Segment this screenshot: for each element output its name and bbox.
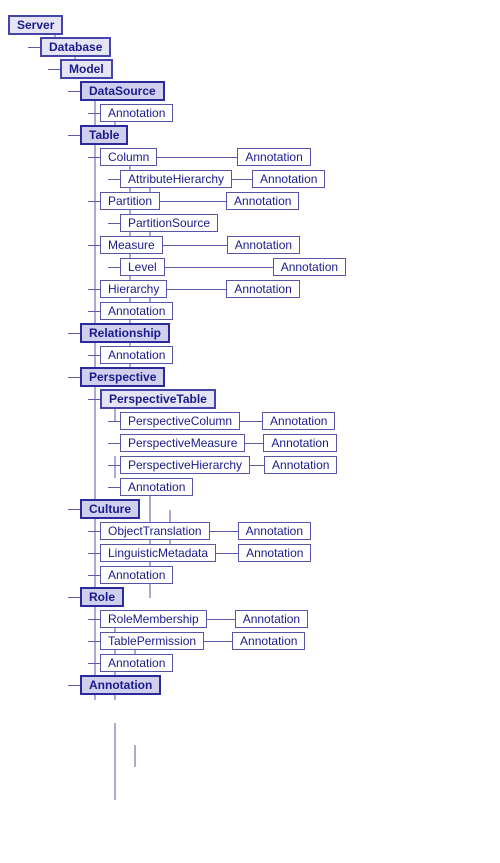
- hierarchy-row: Hierarchy Annotation: [88, 278, 500, 300]
- hierarchy-node: Hierarchy: [100, 280, 167, 298]
- partition-row: Partition Annotation: [88, 190, 500, 212]
- tablepermission-row: TablePermission Annotation: [88, 630, 500, 652]
- measure-node: Measure: [100, 236, 163, 254]
- annotation-partition-node: Annotation: [226, 192, 299, 210]
- annotation-model-row: Annotation: [68, 674, 500, 696]
- linguisticmetadata-node: LinguisticMetadata: [100, 544, 216, 562]
- schema-diagram: Server Database Model DataSource Annotat…: [0, 0, 500, 702]
- server-node: Server: [8, 15, 63, 35]
- attributehierarchy-node: AttributeHierarchy: [120, 170, 232, 188]
- column-row: Column Annotation: [88, 146, 500, 168]
- annotation-rolemembership-node: Annotation: [235, 610, 308, 628]
- annotation-relationship-row: Annotation: [88, 344, 500, 366]
- perspectivehierarchy-node: PerspectiveHierarchy: [120, 456, 250, 474]
- culture-node: Culture: [80, 499, 140, 519]
- annotation-perspectivehierarchy-node: Annotation: [264, 456, 337, 474]
- column-node: Column: [100, 148, 157, 166]
- table-row: Table: [68, 124, 500, 146]
- partition-node: Partition: [100, 192, 160, 210]
- perspectivetable-node: PerspectiveTable: [100, 389, 216, 409]
- model-node: Model: [60, 59, 113, 79]
- rolemembership-row: RoleMembership Annotation: [88, 608, 500, 630]
- annotation-role-node: Annotation: [100, 654, 173, 672]
- annotation-level-node: Annotation: [273, 258, 346, 276]
- perspectivecolumn-row: PerspectiveColumn Annotation: [108, 410, 500, 432]
- annotation-perspectivecolumn-node: Annotation: [262, 412, 335, 430]
- objecttranslation-node: ObjectTranslation: [100, 522, 210, 540]
- annotation-measure-node: Annotation: [227, 236, 300, 254]
- perspectivetable-row: PerspectiveTable: [88, 388, 500, 410]
- annotation-column-node: Annotation: [237, 148, 310, 166]
- model-row: Model: [48, 58, 500, 80]
- partitionsource-row: PartitionSource: [108, 212, 500, 234]
- culture-row: Culture: [68, 498, 500, 520]
- objecttranslation-row: ObjectTranslation Annotation: [88, 520, 500, 542]
- annotation-culture-node: Annotation: [100, 566, 173, 584]
- annotation-linguisticmetadata-node: Annotation: [238, 544, 311, 562]
- datasource-row: DataSource: [68, 80, 500, 102]
- perspectivemeasure-row: PerspectiveMeasure Annotation: [108, 432, 500, 454]
- level-row: Level Annotation: [108, 256, 500, 278]
- annotation-datasource-row: Annotation: [88, 102, 500, 124]
- datasource-node: DataSource: [80, 81, 165, 101]
- perspectivemeasure-node: PerspectiveMeasure: [120, 434, 245, 452]
- annotation-role-row: Annotation: [88, 652, 500, 674]
- annotation-relationship-node: Annotation: [100, 346, 173, 364]
- linguisticmetadata-row: LinguisticMetadata Annotation: [88, 542, 500, 564]
- table-node: Table: [80, 125, 128, 145]
- annotation-datasource-node: Annotation: [100, 104, 173, 122]
- annotation-objecttranslation-node: Annotation: [238, 522, 311, 540]
- role-node: Role: [80, 587, 124, 607]
- annotation-table-node: Annotation: [100, 302, 173, 320]
- annotation-hierarchy-node: Annotation: [226, 280, 299, 298]
- partitionsource-node: PartitionSource: [120, 214, 218, 232]
- server-row: Server: [8, 14, 500, 36]
- annotation-perspectivemeasure-node: Annotation: [263, 434, 336, 452]
- tablepermission-node: TablePermission: [100, 632, 204, 650]
- annotation-culture-row: Annotation: [88, 564, 500, 586]
- annotation-perspectivetable-row: Annotation: [108, 476, 500, 498]
- role-row: Role: [68, 586, 500, 608]
- perspective-node: Perspective: [80, 367, 165, 387]
- database-node: Database: [40, 37, 111, 57]
- perspectivecolumn-node: PerspectiveColumn: [120, 412, 240, 430]
- attrhierarchy-row: AttributeHierarchy Annotation: [108, 168, 500, 190]
- level-node: Level: [120, 258, 165, 276]
- annotation-attrhierarchy-node: Annotation: [252, 170, 325, 188]
- rolemembership-node: RoleMembership: [100, 610, 207, 628]
- annotation-table-row: Annotation: [88, 300, 500, 322]
- perspective-row: Perspective: [68, 366, 500, 388]
- database-row: Database: [28, 36, 500, 58]
- annotation-model-node: Annotation: [80, 675, 161, 695]
- annotation-perspectivetable-node: Annotation: [120, 478, 193, 496]
- relationship-node: Relationship: [80, 323, 170, 343]
- measure-row: Measure Annotation: [88, 234, 500, 256]
- perspectivehierarchy-row: PerspectiveHierarchy Annotation: [108, 454, 500, 476]
- annotation-tablepermission-node: Annotation: [232, 632, 305, 650]
- relationship-row: Relationship: [68, 322, 500, 344]
